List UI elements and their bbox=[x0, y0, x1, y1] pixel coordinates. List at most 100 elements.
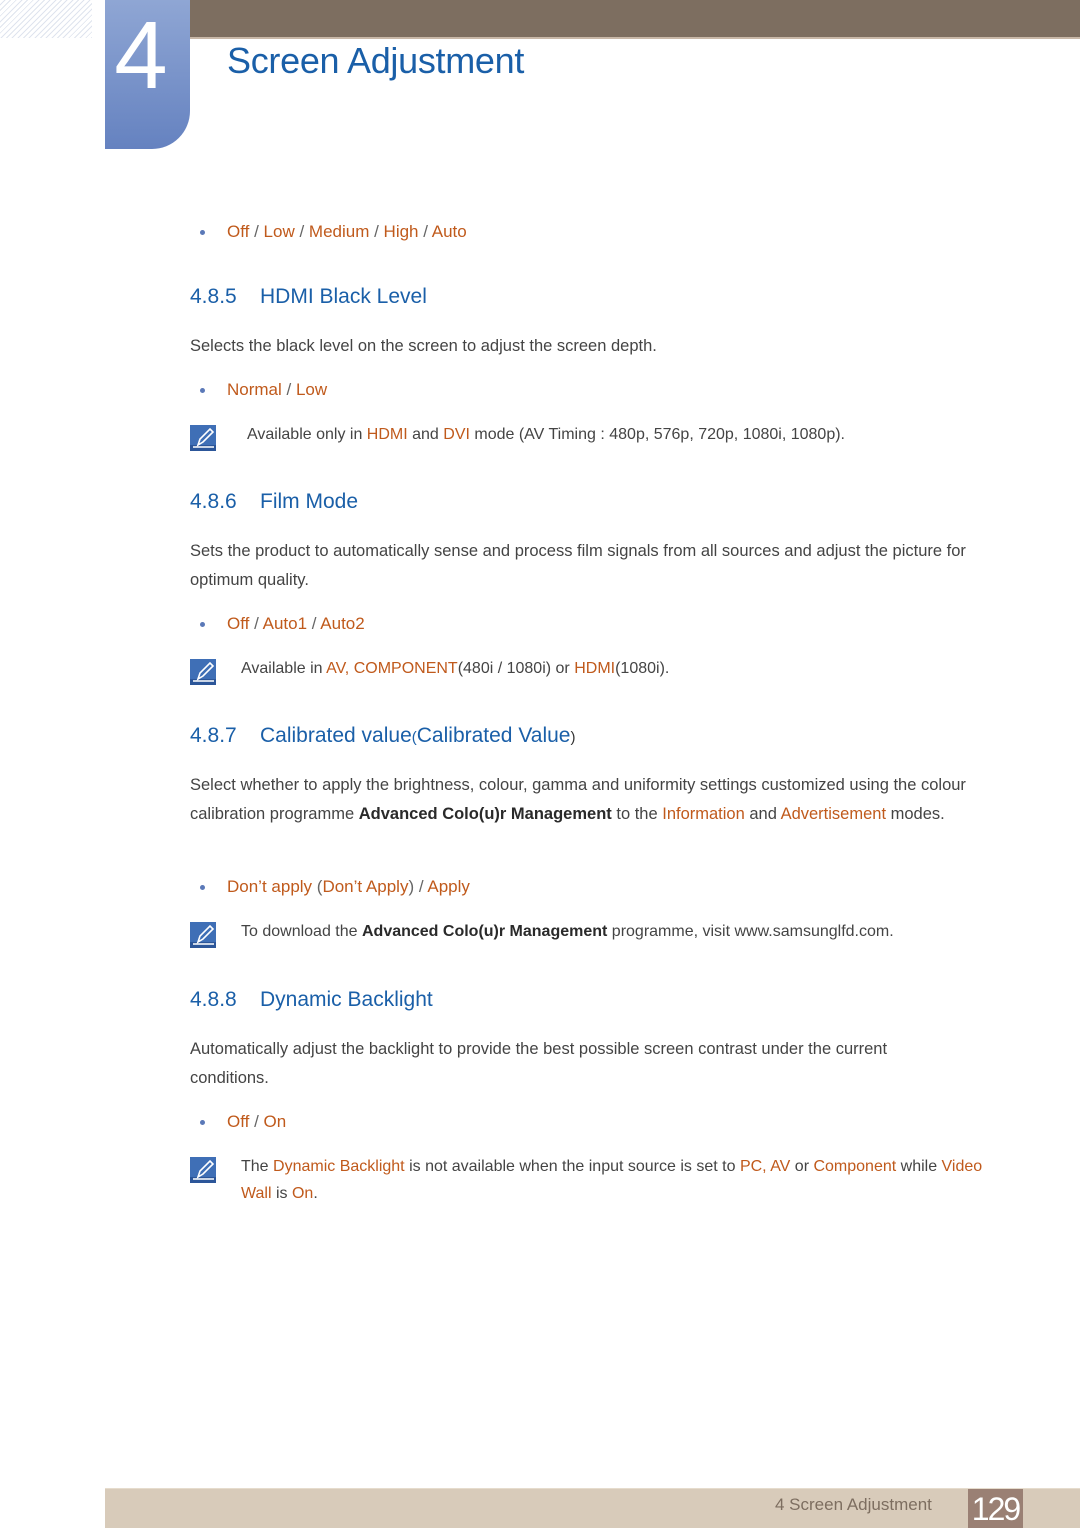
option-off: Off bbox=[227, 614, 250, 633]
section-body: Selects the black level on the screen to… bbox=[190, 337, 657, 355]
note-fragment: or bbox=[790, 1158, 814, 1175]
option-on: On bbox=[263, 1112, 287, 1131]
bullet-dot-icon bbox=[200, 885, 205, 890]
option-auto2: Auto2 bbox=[320, 614, 365, 633]
option-text: Off / Auto1 / Auto2 bbox=[227, 614, 365, 634]
separator: / bbox=[281, 380, 296, 399]
section-number: 4.8.8 bbox=[190, 988, 237, 1011]
note-highlight: AV bbox=[326, 660, 345, 677]
bullet-dot-icon bbox=[200, 1120, 205, 1125]
note-fragment: The bbox=[241, 1158, 274, 1175]
note-highlight: Dynamic Backlight bbox=[273, 1158, 405, 1175]
note-highlight: DVI bbox=[443, 426, 470, 443]
note-highlight: Component bbox=[813, 1158, 897, 1175]
bullet-dot-icon bbox=[200, 622, 205, 627]
option-text: Don’t apply (Don’t Apply) / Apply bbox=[227, 877, 470, 897]
chapter-number: 4 bbox=[114, 2, 168, 109]
note-highlight: On bbox=[291, 1185, 314, 1202]
note-fragment: is not available when the input source i… bbox=[404, 1158, 740, 1175]
footer-chapter-label: 4 Screen Adjustment bbox=[775, 1495, 932, 1514]
note-fragment: Available only in bbox=[247, 426, 367, 443]
section-number: 4.8.5 bbox=[190, 285, 237, 308]
note-fragment: To download the bbox=[241, 923, 362, 940]
body-fragment: to the bbox=[611, 805, 663, 823]
separator: / bbox=[369, 222, 384, 241]
separator: ( bbox=[312, 877, 323, 896]
note-fragment: is bbox=[271, 1185, 292, 1202]
note-bold: Advanced Colo(u)r Management bbox=[361, 923, 608, 940]
section-heading-hdmi-black-level: 4.8.5 HDMI Black Level bbox=[190, 285, 427, 309]
option-medium: Medium bbox=[308, 222, 370, 241]
note-pencil-icon bbox=[190, 659, 216, 685]
page-number: 129 bbox=[968, 1489, 1023, 1528]
separator: / bbox=[294, 222, 309, 241]
note-fragment: , bbox=[344, 660, 354, 677]
chapter-title: Screen Adjustment bbox=[227, 40, 525, 81]
separator: / bbox=[249, 222, 264, 241]
body-bold: Advanced Colo(u)r Management bbox=[358, 805, 612, 823]
note-highlight: COMPONENT bbox=[353, 660, 458, 677]
body-fragment: modes. bbox=[886, 805, 945, 823]
separator: / bbox=[307, 614, 321, 633]
section-body: Select whether to apply the brightness, … bbox=[190, 771, 1010, 829]
option-text: Off / Low / Medium / High / Auto bbox=[227, 222, 467, 242]
section-heading-dynamic-backlight: 4.8.8 Dynamic Backlight bbox=[190, 988, 433, 1012]
note-fragment: and bbox=[407, 426, 444, 443]
body-highlight: Information bbox=[662, 805, 745, 823]
option-dont-apply: Don’t apply bbox=[227, 877, 313, 896]
note-highlight: HDMI bbox=[574, 660, 616, 677]
note-text: Available only in HDMI and DVI mode (AV … bbox=[247, 421, 1027, 448]
note-text: Available in AV, COMPONENT(480i / 1080i)… bbox=[241, 655, 1021, 682]
note-pencil-icon bbox=[190, 425, 216, 451]
body-highlight: Advertisement bbox=[780, 805, 887, 823]
option-off: Off bbox=[227, 1112, 250, 1131]
note-fragment: while bbox=[896, 1158, 942, 1175]
note-text: To download the Advanced Colo(u)r Manage… bbox=[241, 918, 1021, 945]
note-pencil-icon bbox=[190, 922, 216, 948]
note-fragment: , bbox=[762, 1158, 771, 1175]
note-highlight: HDMI bbox=[366, 426, 408, 443]
bullet-dot-icon bbox=[200, 388, 205, 393]
section-title: Dynamic Backlight bbox=[260, 988, 433, 1011]
separator: / bbox=[249, 614, 263, 633]
option-low: Low bbox=[263, 222, 295, 241]
section-title-alt: Calibrated Value bbox=[416, 724, 571, 747]
option-text: Off / On bbox=[227, 1112, 286, 1132]
section-heading-film-mode: 4.8.6 Film Mode bbox=[190, 490, 358, 514]
note-fragment: (1080i). bbox=[615, 660, 670, 677]
section-title: HDMI Black Level bbox=[260, 285, 427, 308]
section-title: Film Mode bbox=[260, 490, 359, 513]
chapter-tab: 4 bbox=[105, 0, 190, 149]
option-text: Normal / Low bbox=[227, 380, 327, 400]
section-body: Automatically adjust the backlight to pr… bbox=[190, 1040, 888, 1087]
separator: / bbox=[249, 1112, 264, 1131]
option-auto1: Auto1 bbox=[262, 614, 308, 633]
option-auto: Auto bbox=[431, 222, 467, 241]
separator: / bbox=[418, 222, 432, 241]
note-fragment: (480i / 1080i) or bbox=[457, 660, 575, 677]
note-fragment: Available in bbox=[241, 660, 327, 677]
option-dont-apply-alt: Don’t Apply bbox=[322, 877, 409, 896]
note-fragment: mode (AV Timing : 480p, 576p, 720p, 1080… bbox=[469, 426, 845, 443]
separator: ) / bbox=[408, 877, 428, 896]
option-normal: Normal bbox=[227, 380, 282, 399]
section-title: Calibrated value bbox=[260, 724, 412, 747]
option-apply: Apply bbox=[427, 877, 470, 896]
note-pencil-icon bbox=[190, 1157, 216, 1183]
note-fragment: . bbox=[313, 1185, 318, 1202]
section-body: Sets the product to automatically sense … bbox=[190, 542, 966, 589]
note-fragment: programme, visit www.samsunglfd.com. bbox=[607, 923, 894, 940]
header-bar bbox=[190, 0, 1080, 39]
section-number: 4.8.7 bbox=[190, 724, 237, 747]
footer-bar: 4 Screen Adjustment 129 bbox=[105, 1488, 1080, 1528]
section-heading-calibrated-value: 4.8.7 Calibrated value(Calibrated Value) bbox=[190, 724, 575, 748]
note-highlight: PC bbox=[739, 1158, 763, 1175]
bullet-dot-icon bbox=[200, 230, 205, 235]
section-number: 4.8.6 bbox=[190, 490, 237, 513]
paren: ) bbox=[570, 729, 576, 746]
decorative-hatch bbox=[0, 0, 92, 38]
option-off: Off bbox=[227, 222, 250, 241]
note-highlight: AV bbox=[770, 1158, 791, 1175]
note-text: The Dynamic Backlight is not available w… bbox=[241, 1153, 1001, 1207]
body-fragment: and bbox=[744, 805, 781, 823]
